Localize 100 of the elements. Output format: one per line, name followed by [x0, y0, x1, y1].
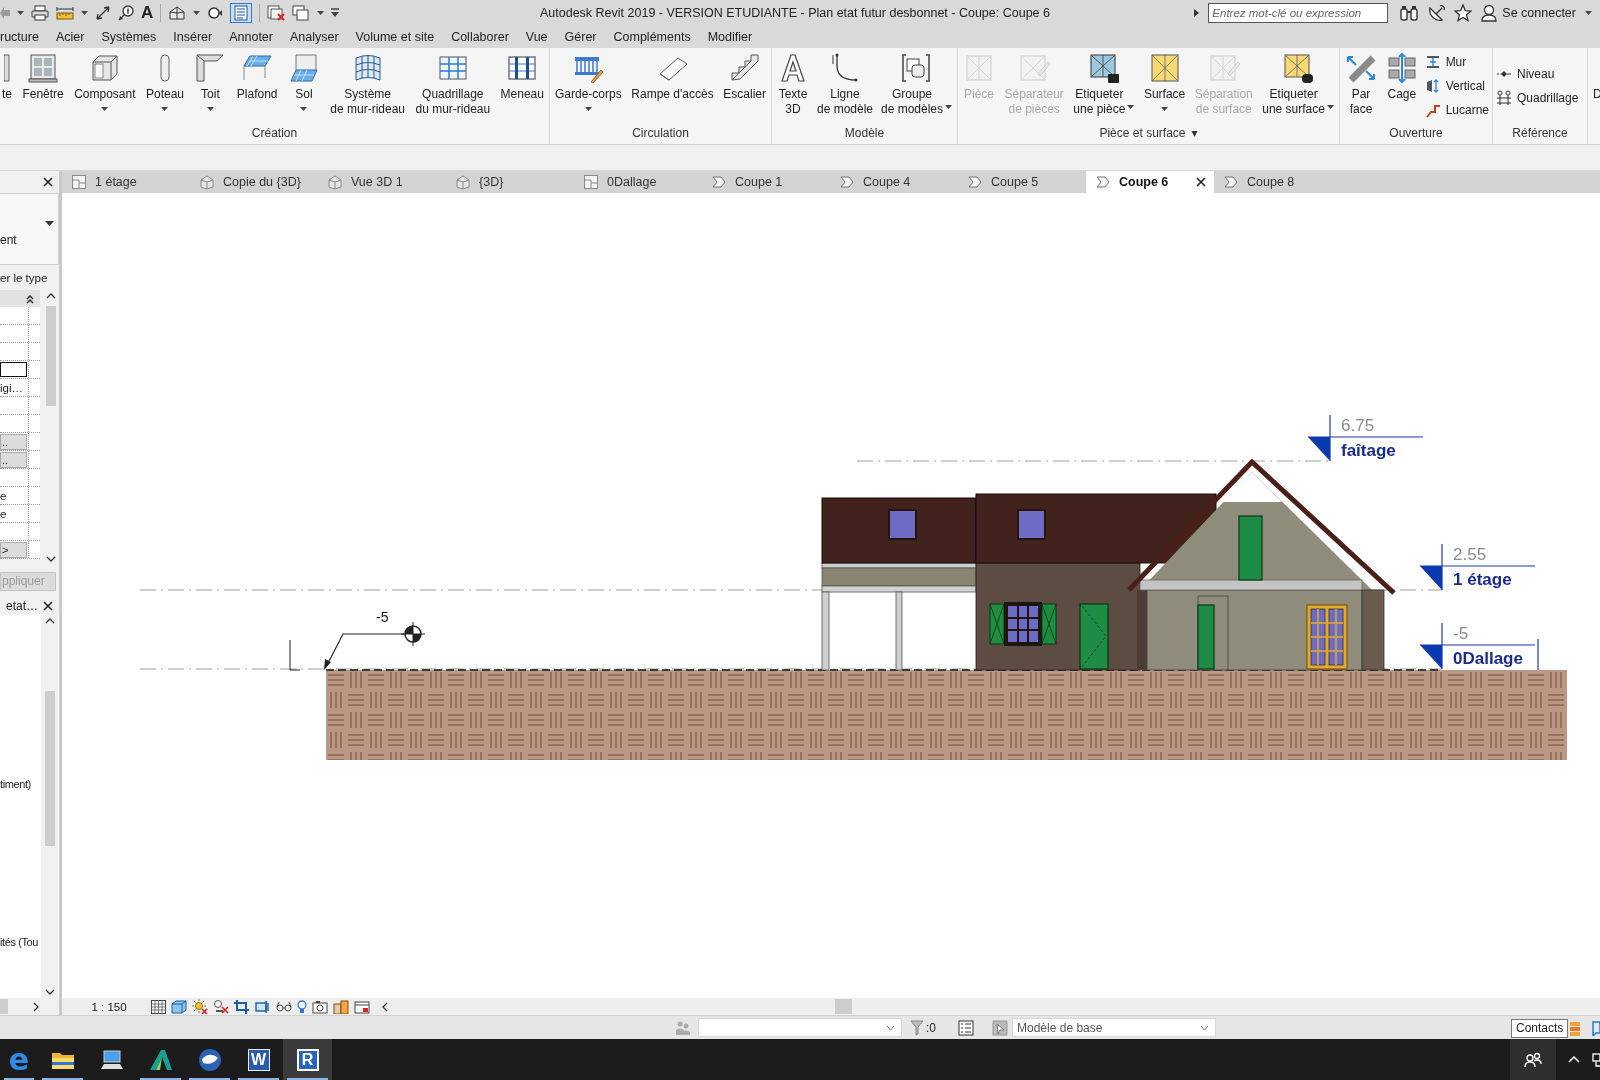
customize-icon[interactable] — [331, 8, 340, 18]
caret-icon[interactable] — [17, 11, 24, 15]
close-icon[interactable] — [43, 177, 53, 187]
sun-icon[interactable] — [192, 999, 208, 1014]
ribbon-tab[interactable]: Analyser — [289, 30, 339, 44]
binoculars-icon[interactable] — [1400, 5, 1419, 21]
ribbon-button[interactable]: Quadrillage du mur-rideau — [413, 48, 493, 124]
chevron-up-icon[interactable] — [45, 293, 56, 299]
cube-icon[interactable] — [171, 999, 187, 1014]
ribbon-tab[interactable]: Insérer — [173, 30, 213, 44]
ribbon-button[interactable]: Composant — [72, 48, 138, 124]
ribbon-tab[interactable]: Collaborer — [451, 30, 509, 44]
camera-icon[interactable] — [312, 999, 328, 1014]
chevron-left-icon[interactable] — [382, 1001, 388, 1012]
view-tab[interactable]: Coupe 4 — [830, 171, 958, 193]
caret-icon[interactable]: ▾ — [1191, 127, 1198, 139]
chevron-up-icon[interactable] — [44, 618, 55, 624]
ribbon-tab[interactable]: Vue — [525, 30, 548, 44]
ribbon-button[interactable]: Poteau — [143, 48, 186, 124]
search-field[interactable]: Entrez mot-clé ou expression — [1208, 3, 1389, 23]
ribbon-button[interactable]: Groupe de modèles — [878, 48, 954, 124]
browser-item[interactable]: ités (Tou — [0, 936, 41, 948]
section-marker-icon[interactable] — [207, 5, 224, 21]
ribbon-tab[interactable]: Modifier — [707, 30, 753, 44]
crop-icon[interactable] — [234, 999, 250, 1014]
ribbon-button[interactable]: Lucarne — [1424, 98, 1489, 122]
bubble-icon[interactable] — [1592, 1019, 1600, 1036]
checker-grid-icon[interactable] — [151, 999, 166, 1014]
printer-icon[interactable] — [31, 5, 49, 21]
scrollbar-thumb[interactable] — [45, 306, 56, 406]
view-tab[interactable]: {3D} — [446, 171, 574, 193]
caret-icon[interactable] — [81, 11, 88, 15]
text-tool-icon[interactable]: A — [141, 4, 154, 22]
chevron-right-icon[interactable] — [33, 1001, 39, 1012]
view-tab[interactable]: Vue 3D 1 — [318, 171, 446, 193]
ribbon-button[interactable]: Plafond — [234, 48, 280, 124]
taskbar-button[interactable]: e — [0, 1039, 38, 1080]
sign-in-button[interactable]: Se connecter — [1481, 4, 1576, 22]
view-tab[interactable]: Coupe 5 — [958, 171, 1086, 193]
lightbulb-icon[interactable] — [297, 999, 307, 1014]
list-icon[interactable] — [958, 1019, 974, 1036]
ribbon-button[interactable]: Escalier — [721, 48, 768, 124]
house-icon[interactable] — [168, 5, 187, 21]
ribbon-tab[interactable]: ructure — [0, 30, 39, 44]
collapse-icon[interactable] — [26, 293, 34, 304]
thin-lines-button[interactable] — [230, 3, 253, 23]
ribbon-tab[interactable]: Acier — [55, 30, 85, 44]
chevron-down-icon[interactable] — [44, 989, 55, 995]
taskbar-button[interactable]: W — [234, 1039, 283, 1080]
ribbon-button[interactable]: Niveau — [1496, 62, 1579, 86]
browse-button[interactable]: > — [0, 541, 27, 558]
view-tab[interactable]: Copie du {3D} — [190, 171, 318, 193]
ribbon-button[interactable]: Etiqueter une pièce — [1071, 48, 1137, 124]
ribbon-button[interactable]: Sol — [285, 48, 322, 124]
ribbon-button[interactable]: te — [0, 48, 14, 124]
windows-icon[interactable] — [292, 5, 311, 21]
ribbon-tab[interactable]: Systèmes — [101, 30, 157, 44]
caret-icon[interactable] — [1585, 11, 1592, 15]
dimension-icon[interactable] — [95, 5, 111, 21]
chevron-down-icon[interactable] — [45, 556, 56, 562]
star-icon[interactable] — [1454, 4, 1473, 22]
view-tab[interactable]: 1 étage — [62, 171, 190, 193]
browse-button[interactable]: .. — [0, 451, 27, 468]
shadow-icon[interactable] — [213, 999, 229, 1014]
edit-type-button[interactable]: er le type — [0, 271, 48, 284]
ribbon-tab[interactable]: Compléments — [613, 30, 691, 44]
ribbon-button[interactable]: Quadrillage — [1496, 86, 1579, 110]
close-windows-icon[interactable] — [267, 5, 286, 21]
ribbon-tab[interactable]: Volume et site — [355, 30, 435, 44]
tag-icon[interactable] — [118, 5, 134, 21]
view-tab[interactable]: Coupe 6 — [1086, 171, 1214, 193]
view-tab[interactable]: Coupe 1 — [702, 171, 830, 193]
frame-icon[interactable] — [354, 999, 370, 1014]
ribbon-button[interactable]: Texte 3D — [775, 48, 811, 124]
design-option-dropdown[interactable]: Modèle de base — [1012, 1018, 1216, 1037]
ribbon-tab[interactable]: Annoter — [229, 30, 273, 44]
scrollbar-thumb[interactable] — [835, 999, 852, 1014]
ribbon-tab[interactable]: Gérer — [564, 30, 597, 44]
ribbon-button[interactable]: Fenêtre — [20, 48, 66, 124]
close-icon[interactable] — [1196, 177, 1206, 187]
ribbon-button[interactable]: Etiqueter une surface — [1260, 48, 1336, 124]
ribbon-button[interactable]: Rampe d'accès — [629, 48, 716, 124]
ribbon-button[interactable]: Vertical — [1424, 74, 1489, 98]
ribbon-button[interactable]: Système de mur-rideau — [328, 48, 408, 124]
ribbon-button[interactable]: Garde-corps — [553, 48, 624, 124]
ruler-icon[interactable] — [56, 5, 74, 21]
buildings-icon[interactable] — [333, 999, 349, 1014]
taskbar-button[interactable]: R — [283, 1039, 332, 1080]
ribbon-button[interactable]: Mur — [1424, 50, 1489, 74]
glasses-icon[interactable] — [276, 999, 292, 1014]
view-tab[interactable]: 0Dallage — [574, 171, 702, 193]
cursor-box-icon[interactable] — [992, 1019, 1008, 1036]
browse-button[interactable]: .. — [0, 433, 27, 450]
caret-icon[interactable] — [317, 11, 325, 15]
ribbon-button[interactable]: Ligne de modèle — [814, 48, 875, 124]
ribbon-button[interactable]: Toit — [192, 48, 229, 124]
ribbon-button[interactable]: Surface — [1141, 48, 1188, 124]
view-tab[interactable]: Coupe 8 — [1214, 171, 1342, 193]
crop-region-icon[interactable] — [255, 999, 271, 1014]
value-field[interactable] — [0, 362, 27, 377]
